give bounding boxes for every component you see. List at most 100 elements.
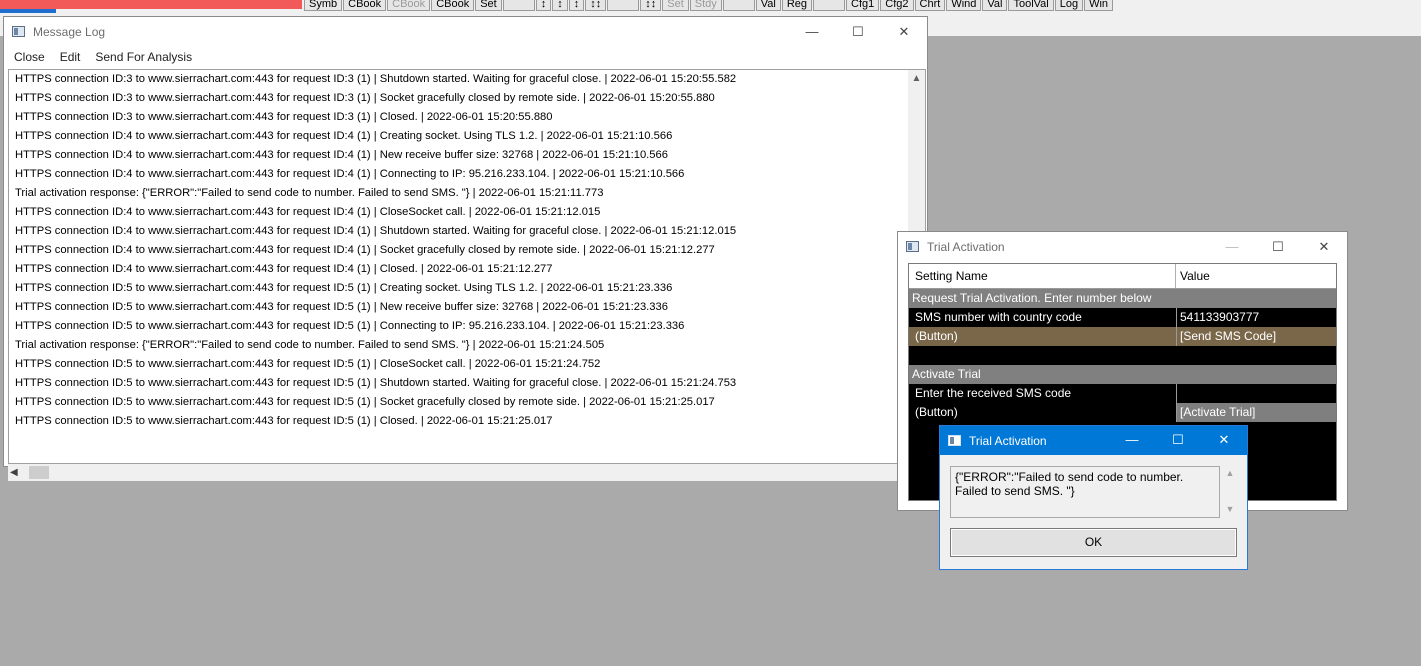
toolbar-button[interactable]: Val [755,0,781,11]
setting-row-send-sms[interactable]: (Button) [Send SMS Code] [909,327,1336,346]
toolbar-button[interactable] [607,0,640,11]
message-log-window: Message Log — ☐ ✕ Close Edit Send For An… [3,16,928,481]
toolbar-button[interactable]: ↕ [552,0,568,11]
setting-row-sms-code[interactable]: Enter the received SMS code [909,384,1336,403]
log-line: HTTPS connection ID:3 to www.sierrachart… [15,73,737,85]
column-header-setting-name[interactable]: Setting Name [909,264,1176,288]
toolbar-button[interactable]: Val [982,0,1008,11]
window-title: Message Log [33,25,106,39]
log-line: HTTPS connection ID:3 to www.sierrachart… [15,92,715,104]
toolbar-button[interactable]: Symb [304,0,343,11]
log-line: HTTPS connection ID:5 to www.sierrachart… [15,320,685,332]
minimize-icon[interactable]: — [1109,426,1155,455]
log-text-area[interactable]: HTTPS connection ID:3 to www.sierrachart… [8,69,926,464]
trial-activation-titlebar[interactable]: Trial Activation — ☐ ✕ [898,232,1347,262]
sms-code-input[interactable] [1176,384,1336,403]
menu-close[interactable]: Close [9,47,50,69]
close-icon[interactable]: ✕ [881,17,927,47]
log-line: HTTPS connection ID:3 to www.sierrachart… [15,111,553,123]
section-activate-trial: Activate Trial [909,365,1336,384]
toolbar-button[interactable]: ToolVal [1008,0,1054,11]
blank-row [909,346,1336,365]
setting-row-sms-number[interactable]: SMS number with country code 54113390377… [909,308,1336,327]
window-app-icon [12,26,25,37]
scroll-up-icon[interactable]: ▲ [908,70,925,87]
log-line: HTTPS connection ID:4 to www.sierrachart… [15,225,737,237]
error-dialog: Trial Activation — ☐ ✕ {"ERROR":"Failed … [939,425,1248,570]
setting-label: (Button) [915,329,958,343]
minimize-icon[interactable]: — [1209,232,1255,262]
message-scrollbar[interactable]: ▲ ▼ [1223,466,1237,518]
toolbar-button[interactable]: Win [1084,0,1114,11]
toolbar-button[interactable]: ↕ [535,0,552,11]
toolbar-button[interactable]: Stdy [689,0,722,11]
close-icon[interactable]: ✕ [1201,426,1247,455]
toolbar-button[interactable]: Cfg1 [846,0,880,11]
toolbar-button[interactable]: Set [475,0,502,11]
dialog-title: Trial Activation [969,434,1047,448]
log-line: HTTPS connection ID:4 to www.sierrachart… [15,168,685,180]
window-title: Trial Activation [927,240,1005,254]
toolbar-button[interactable] [722,0,755,11]
log-line: Trial activation response: {"ERROR":"Fai… [15,187,604,199]
toolbar-button[interactable]: Chrt [914,0,946,11]
sms-number-input[interactable]: 541133903777 [1176,308,1336,327]
minimize-icon[interactable]: — [789,17,835,47]
activate-trial-button[interactable]: [Activate Trial] [1176,403,1336,422]
log-line: HTTPS connection ID:4 to www.sierrachart… [15,149,668,161]
scroll-down-icon[interactable]: ▼ [1223,502,1237,516]
log-line: HTTPS connection ID:5 to www.sierrachart… [15,301,668,313]
menu-edit[interactable]: Edit [55,47,86,69]
settings-grid-header: Setting Name Value [909,264,1336,289]
log-line: Trial activation response: {"ERROR":"Fai… [15,339,605,351]
column-header-value[interactable]: Value [1176,264,1336,288]
log-line: HTTPS connection ID:5 to www.sierrachart… [15,358,601,370]
toolbar-button[interactable]: ↕↕ [640,0,662,11]
scroll-thumb[interactable] [29,466,49,479]
setting-label: SMS number with country code [915,310,1082,324]
maximize-icon[interactable]: ☐ [1155,426,1201,455]
maximize-icon[interactable]: ☐ [835,17,881,47]
toolbar-active-indicator [0,9,56,13]
setting-row-activate[interactable]: (Button) [Activate Trial] [909,403,1336,422]
setting-label: (Button) [915,405,958,419]
log-line: HTTPS connection ID:5 to www.sierrachart… [15,377,737,389]
log-line: HTTPS connection ID:5 to www.sierrachart… [15,415,553,427]
window-app-icon [948,435,961,446]
toolbar-button[interactable]: Cfg2 [880,0,914,11]
close-icon[interactable]: ✕ [1301,232,1347,262]
toolbar-button[interactable] [502,0,535,11]
log-line: HTTPS connection ID:5 to www.sierrachart… [15,396,715,408]
toolbar-buttons: Symb CBook CBook CBook Set ↕ ↕ ↕ ↕↕ ↕↕ Set Stdy Val R… [304,0,1114,11]
log-line: HTTPS connection ID:4 to www.sierrachart… [15,244,715,256]
toolbar-button[interactable]: ↕ [568,0,585,11]
message-log-titlebar[interactable]: Message Log — ☐ ✕ [4,17,927,47]
ok-button[interactable]: OK [950,528,1237,557]
error-dialog-titlebar[interactable]: Trial Activation — ☐ ✕ [940,426,1247,455]
message-log-menubar: Close Edit Send For Analysis [4,47,197,69]
maximize-icon[interactable]: ☐ [1255,232,1301,262]
log-line: HTTPS connection ID:4 to www.sierrachart… [15,130,673,142]
scroll-left-icon[interactable]: ◀ [10,464,18,481]
section-request-trial: Request Trial Activation. Enter number b… [909,289,1336,308]
toolbar-button[interactable]: CBook [431,0,475,11]
toolbar-button[interactable]: CBook [343,0,387,11]
log-horizontal-scrollbar[interactable]: ◀ [8,464,908,481]
toolbar-button[interactable]: Log [1054,0,1084,11]
toolbar-status-bar [0,0,302,9]
log-line: HTTPS connection ID:5 to www.sierrachart… [15,282,673,294]
toolbar-button[interactable] [813,0,846,11]
error-message-text[interactable]: {"ERROR":"Failed to send code to number.… [950,466,1220,518]
log-line: HTTPS connection ID:4 to www.sierrachart… [15,206,601,218]
toolbar-button[interactable]: ↕↕ [585,0,607,11]
log-line: HTTPS connection ID:4 to www.sierrachart… [15,263,553,275]
toolbar-button[interactable]: Reg [781,0,813,11]
setting-label: Enter the received SMS code [915,386,1072,400]
send-sms-code-button[interactable]: [Send SMS Code] [1176,327,1336,346]
toolbar-button[interactable]: Set [662,0,689,11]
scroll-up-icon[interactable]: ▲ [1223,466,1237,480]
toolbar-button[interactable]: Wind [946,0,982,11]
window-app-icon [906,241,919,252]
menu-send-for-analysis[interactable]: Send For Analysis [90,47,197,69]
toolbar-button[interactable]: CBook [387,0,431,11]
